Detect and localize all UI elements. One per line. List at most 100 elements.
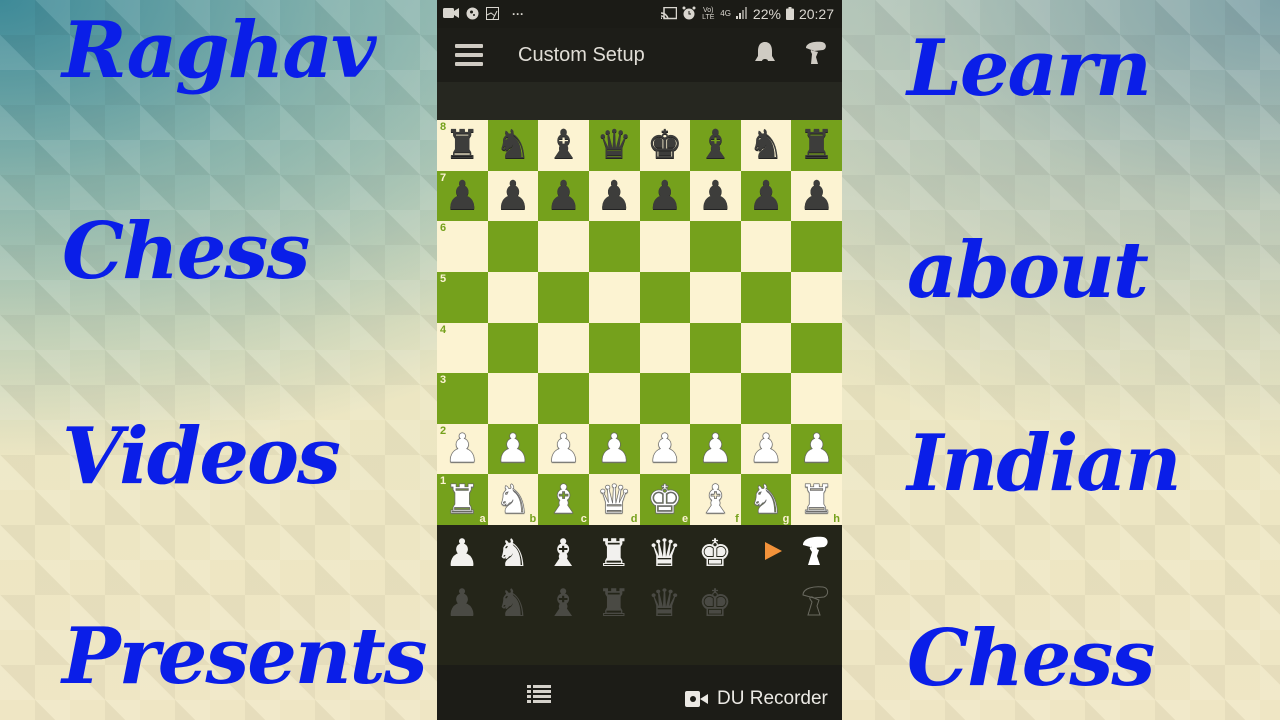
square-c3[interactable] [538,373,589,424]
black-bishop-icon[interactable]: ♝ [698,125,734,165]
tray-white-pawn-icon[interactable]: ♟ [437,528,487,578]
white-bishop-icon[interactable]: ♝ [545,479,581,520]
hamburger-menu-icon[interactable] [455,44,483,66]
square-c2[interactable]: ♟ [538,423,589,475]
square-d2[interactable]: ♟ [588,423,640,475]
tray-white-knight-icon[interactable]: ♞ [488,528,538,578]
square-c6[interactable] [538,221,589,272]
square-b8[interactable]: ♞ [487,120,539,171]
square-b6[interactable] [487,221,539,272]
black-pawn-icon[interactable]: ♟ [748,176,784,216]
square-b1[interactable]: b ♞ [487,474,539,525]
square-g7[interactable]: ♟ [740,170,792,222]
square-h3[interactable] [791,373,842,424]
square-e3[interactable] [639,373,691,424]
square-h7[interactable]: ♟ [791,170,842,222]
square-h4[interactable] [791,322,842,374]
square-a6[interactable]: 6 [437,221,488,272]
tray-black-rook-icon[interactable]: ♜ [589,578,639,628]
square-a5[interactable]: 5 [437,271,488,323]
white-pawn-icon[interactable]: ♟ [647,429,683,470]
tray-white-bishop-icon[interactable]: ♝ [538,528,588,578]
black-pawn-icon[interactable]: ♟ [546,176,582,216]
white-pawn-icon[interactable]: ♟ [545,429,581,470]
square-f1[interactable]: f ♝ [690,474,741,525]
tray-black-queen-icon[interactable]: ♛ [639,578,689,628]
square-e7[interactable]: ♟ [639,170,691,222]
white-knight-icon[interactable]: ♞ [495,479,531,520]
square-f6[interactable] [690,221,741,272]
square-e8[interactable]: ♚ [639,120,691,171]
white-bishop-icon[interactable]: ♝ [697,479,733,520]
square-g4[interactable] [740,322,792,374]
square-d3[interactable] [588,373,640,424]
square-a8[interactable]: 8 ♜ [437,120,488,171]
tray-white-rook-icon[interactable]: ♜ [589,528,639,578]
square-f4[interactable] [690,322,741,374]
square-d5[interactable] [588,271,640,323]
black-pawn-icon[interactable]: ♟ [698,176,734,216]
white-queen-icon[interactable]: ♛ [596,479,632,520]
white-pawn-icon[interactable]: ♟ [748,429,784,470]
square-d7[interactable]: ♟ [588,170,640,222]
black-rook-icon[interactable]: ♜ [444,125,480,165]
square-a3[interactable]: 3 [437,373,488,424]
tray-white-king-icon[interactable]: ♚ [690,528,740,578]
black-rook-icon[interactable]: ♜ [799,125,835,165]
square-g1[interactable]: g ♞ [740,474,792,525]
white-rook-icon[interactable]: ♜ [798,479,834,520]
square-b5[interactable] [487,271,539,323]
black-queen-icon[interactable]: ♛ [596,125,632,165]
hand-pawn-icon[interactable] [802,40,828,71]
square-h8[interactable]: ♜ [791,120,842,171]
square-c1[interactable]: c ♝ [538,474,589,525]
square-g5[interactable] [740,271,792,323]
square-h1[interactable]: h ♜ [791,474,842,525]
white-knight-icon[interactable]: ♞ [748,479,784,520]
square-h2[interactable]: ♟ [791,423,842,475]
square-b7[interactable]: ♟ [487,170,539,222]
white-move-hand-icon[interactable] [800,535,830,572]
black-pawn-icon[interactable]: ♟ [444,176,480,216]
square-h5[interactable] [791,271,842,323]
square-e5[interactable] [639,271,691,323]
black-king-icon[interactable]: ♚ [647,125,683,165]
square-a7[interactable]: 7 ♟ [437,170,488,222]
square-f8[interactable]: ♝ [690,120,741,171]
square-g3[interactable] [740,373,792,424]
black-pawn-icon[interactable]: ♟ [799,176,835,216]
square-g6[interactable] [740,221,792,272]
square-d6[interactable] [588,221,640,272]
square-e6[interactable] [639,221,691,272]
tray-black-bishop-icon[interactable]: ♝ [538,578,588,628]
square-e4[interactable] [639,322,691,374]
tray-black-pawn-icon[interactable]: ♟ [437,578,487,628]
black-pawn-icon[interactable]: ♟ [495,176,531,216]
square-c5[interactable] [538,271,589,323]
square-a1[interactable]: 1 a ♜ [437,474,488,525]
square-b2[interactable]: ♟ [487,423,539,475]
tray-white-queen-icon[interactable]: ♛ [639,528,689,578]
square-a2[interactable]: 2 ♟ [437,423,488,475]
square-e1[interactable]: e ♚ [639,474,691,525]
black-bishop-icon[interactable]: ♝ [546,125,582,165]
square-b3[interactable] [487,373,539,424]
square-c7[interactable]: ♟ [538,170,589,222]
square-g2[interactable]: ♟ [740,423,792,475]
tray-black-king-icon[interactable]: ♚ [690,578,740,628]
square-f2[interactable]: ♟ [690,423,741,475]
black-pawn-icon[interactable]: ♟ [596,176,632,216]
square-a4[interactable]: 4 [437,322,488,374]
white-rook-icon[interactable]: ♜ [444,479,480,520]
square-e2[interactable]: ♟ [639,423,691,475]
square-d4[interactable] [588,322,640,374]
square-f3[interactable] [690,373,741,424]
white-pawn-icon[interactable]: ♟ [596,429,632,470]
square-g8[interactable]: ♞ [740,120,792,171]
square-d8[interactable]: ♛ [588,120,640,171]
white-pawn-icon[interactable]: ♟ [495,429,531,470]
white-king-icon[interactable]: ♚ [647,479,683,520]
square-b4[interactable] [487,322,539,374]
square-c8[interactable]: ♝ [538,120,589,171]
square-h6[interactable] [791,221,842,272]
